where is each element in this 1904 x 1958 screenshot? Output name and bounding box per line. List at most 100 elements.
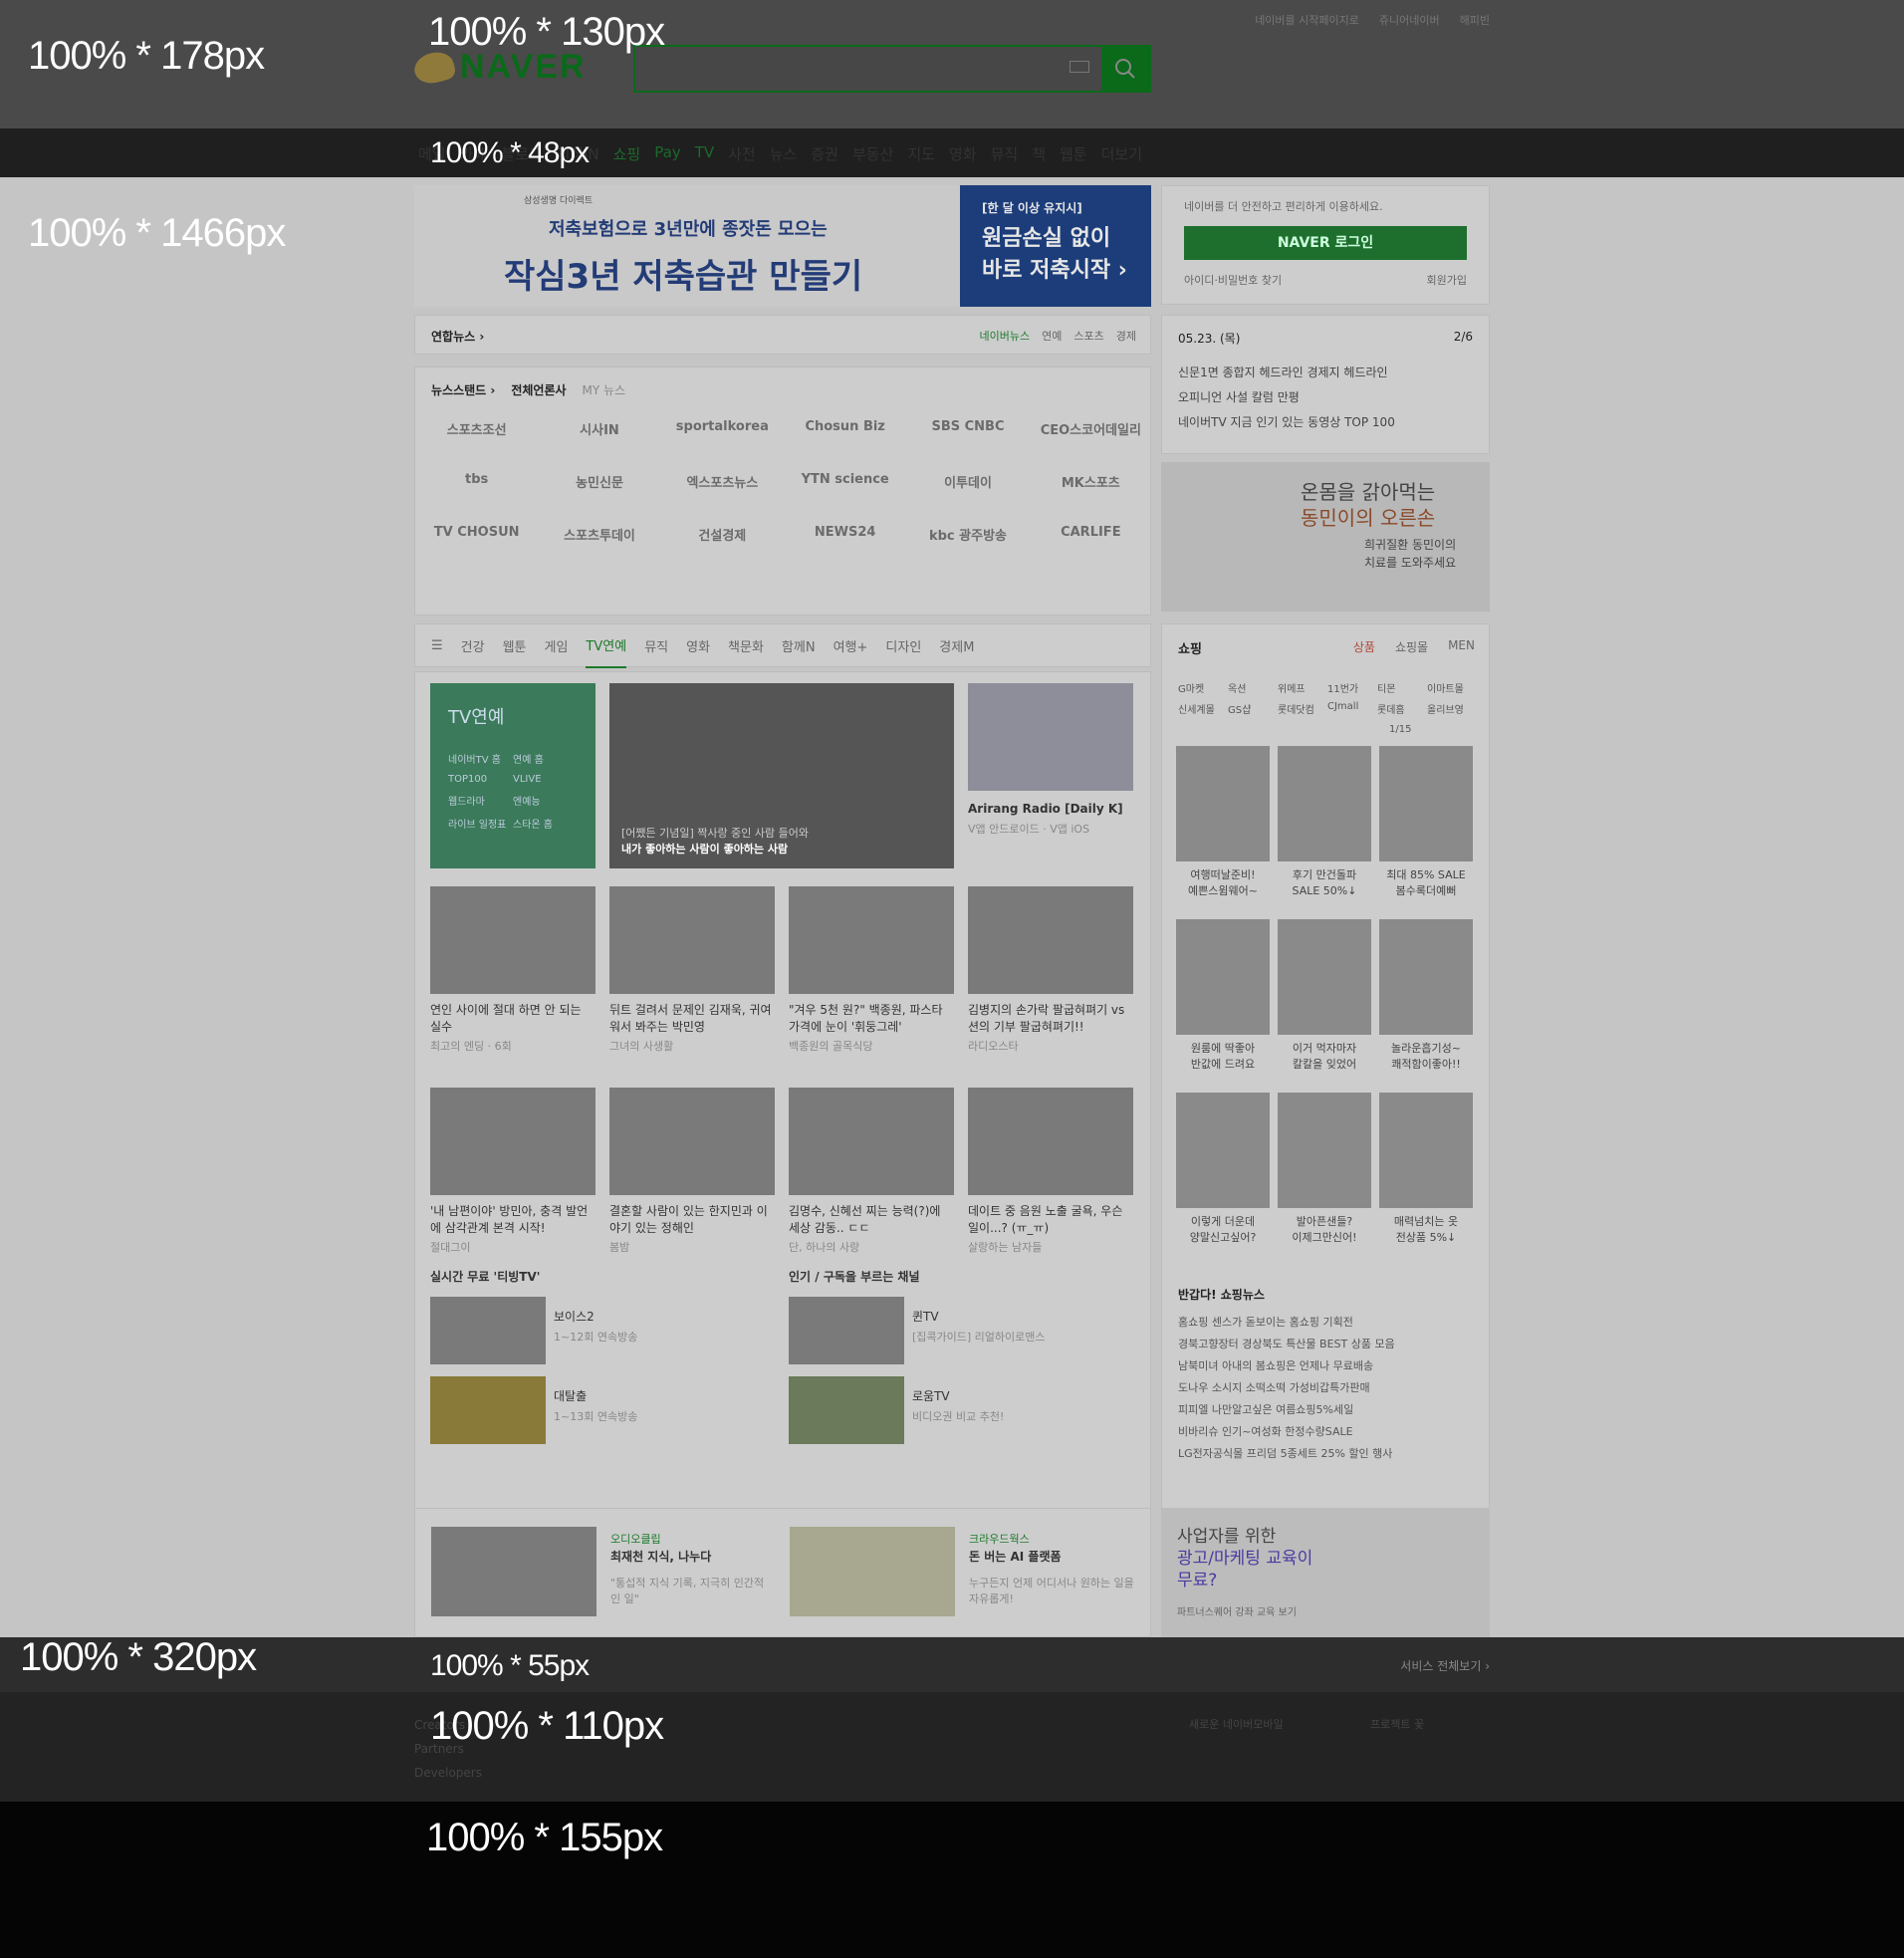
press-logo[interactable]: 스포츠조선 [415, 419, 538, 438]
shop-news-item[interactable]: LG전자공식몰 프리덤 5종세트 25% 할인 행사 [1178, 1443, 1477, 1465]
biz-ad[interactable]: 사업자를 위한 광고/마케팅 교육이 무료? 파트너스퀘어 강좌 교육 보기 [1161, 1508, 1490, 1637]
press-logo[interactable]: Chosun Biz [784, 419, 906, 438]
card-title[interactable]: 김명수, 신혜선 찌는 능력(?)에 세상 감동.. ㄷㄷ [789, 1203, 954, 1237]
live-thumb[interactable] [430, 1376, 546, 1444]
news-row[interactable]: 네이버TV 지금 인기 있는 동영상 TOP 100 [1178, 410, 1473, 435]
live-item-title[interactable]: 대탈출 [554, 1388, 587, 1405]
card-thumb[interactable] [789, 1088, 954, 1195]
press-logo[interactable]: CARLIFE [1030, 525, 1152, 544]
topic-tab[interactable]: 함께N [782, 636, 816, 655]
nav-movie[interactable]: 영화 [949, 143, 977, 164]
charity-ad[interactable]: 온몸을 갉아먹는 동민이의 오른손 희귀질환 동민이의 치료를 도와주세요 [1161, 462, 1490, 612]
live-item-title[interactable]: 보이스2 [554, 1309, 595, 1326]
nav-tv[interactable]: TV [695, 143, 714, 164]
product-image[interactable] [1176, 746, 1270, 861]
card-title[interactable]: 데이트 중 음원 노출 굴욕, 우슨 일이...? (ㅠ_ㅠ) [968, 1203, 1133, 1237]
press-logo[interactable]: 이투데이 [906, 472, 1029, 491]
topic-tab[interactable]: 여행+ [833, 636, 868, 655]
stand-all[interactable]: 전체언론사 [511, 381, 566, 398]
card-thumb[interactable] [430, 1088, 595, 1195]
shop-news-item[interactable]: 남북미녀 아내의 봄쇼핑은 언제나 무료배송 [1178, 1355, 1477, 1377]
press-logo[interactable]: 시사IN [538, 419, 660, 438]
press-logo[interactable]: 스포츠투데이 [538, 525, 660, 544]
shop-news-item[interactable]: 피피엘 나만알고싶은 여름쇼핑5%세일 [1178, 1399, 1477, 1421]
card-thumb[interactable] [968, 886, 1133, 994]
product-image[interactable] [1278, 919, 1371, 1035]
card-thumb[interactable] [609, 886, 775, 994]
service-more-link[interactable]: 서비스 전체보기 › [1400, 1657, 1490, 1674]
topic-tab[interactable]: 웹툰 [503, 636, 527, 655]
ad-box[interactable]: [한 달 이상 유지시] 원금손실 없이 바로 저축시작 › [960, 185, 1151, 307]
ticker-tab[interactable]: 연예 [1042, 328, 1062, 344]
happybean-link[interactable]: 해피빈 [1460, 12, 1490, 28]
press-logo[interactable]: 건설경제 [661, 525, 784, 544]
nav-music[interactable]: 뮤직 [991, 143, 1019, 164]
product-image[interactable] [1278, 1093, 1371, 1208]
nav-map[interactable]: 지도 [907, 143, 935, 164]
banner-ad[interactable]: 삼성생명 다이렉트 저축보험으로 3년만에 종잣돈 모으는 작심3년 저축습관 … [414, 185, 1151, 307]
topic-tab[interactable]: 경제M [939, 636, 974, 655]
product-image[interactable] [1379, 919, 1473, 1035]
card-title[interactable]: 연인 사이에 절대 하면 안 되는 실수 [430, 1002, 595, 1036]
product-image[interactable] [1278, 746, 1371, 861]
ticker-source[interactable]: 연합뉴스 › [431, 328, 484, 345]
shop-news-item[interactable]: 도나우 소시지 소떡소떡 가성비갑특가판매 [1178, 1377, 1477, 1399]
shop-news-item[interactable]: 경북고향장터 경상북도 특산물 BEST 상품 모음 [1178, 1334, 1477, 1355]
login-button[interactable]: NAVER 로그인 [1184, 226, 1467, 260]
stand-title[interactable]: 뉴스스탠드 › [431, 381, 495, 398]
nav-land[interactable]: 부동산 [852, 143, 893, 164]
product-image[interactable] [1176, 919, 1270, 1035]
channel-thumb[interactable] [789, 1297, 904, 1364]
nav-dict[interactable]: 사전 [728, 143, 756, 164]
stand-my[interactable]: MY 뉴스 [583, 381, 626, 398]
nav-stock[interactable]: 증권 [811, 143, 838, 164]
press-logo[interactable]: TV CHOSUN [415, 525, 538, 544]
press-logo[interactable]: NEWS24 [784, 525, 906, 544]
keyboard-icon[interactable] [1070, 61, 1089, 73]
nav-more[interactable]: 더보기 [1101, 143, 1142, 164]
press-logo[interactable]: 농민신문 [538, 472, 660, 491]
card-title[interactable]: "겨우 5천 원?" 백종원, 파스타 가격에 눈이 '휘둥그레' [789, 1002, 954, 1036]
card-title[interactable]: 김병지의 손가락 팔굽혀펴기 vs 션의 기부 팔굽혀펴기!! [968, 1002, 1133, 1036]
shop-tab[interactable]: MEN [1448, 638, 1475, 655]
card-title[interactable]: 뒤트 걸려서 문제인 김재욱, 귀여워서 봐주는 박민영 [609, 1002, 775, 1036]
card-title[interactable]: '내 남편이야' 방민아, 충격 발언에 삼각관계 본격 시작! [430, 1203, 595, 1237]
topic-tab[interactable]: TV연예 [586, 623, 627, 668]
press-logo[interactable]: CEO스코어데일리 [1030, 419, 1152, 438]
join-link[interactable]: 회원가입 [1427, 272, 1467, 288]
topic-tab[interactable]: 건강 [461, 636, 485, 655]
ticker-tab[interactable]: 경제 [1116, 328, 1136, 344]
search-button[interactable] [1101, 47, 1149, 91]
startpage-link[interactable]: 네이버를 시작페이지로 [1255, 12, 1359, 28]
news-row[interactable]: 신문1면 종합지 헤드라인 경제지 헤드라인 [1178, 361, 1473, 385]
shop-news-item[interactable]: 비바리슈 인기~여성화 한정수량SALE [1178, 1421, 1477, 1443]
press-logo[interactable]: 엑스포츠뉴스 [661, 472, 784, 491]
nav-pay[interactable]: Pay [654, 143, 680, 164]
nav-shopping[interactable]: 쇼핑 [613, 143, 641, 164]
press-logo[interactable]: MK스포츠 [1030, 472, 1152, 491]
product-image[interactable] [1176, 1093, 1270, 1208]
promo-title[interactable]: 최재천 지식, 나누다 [610, 1549, 711, 1566]
nav-book[interactable]: 책 [1032, 143, 1046, 164]
topic-tab[interactable]: 영화 [686, 636, 710, 655]
product-image[interactable] [1379, 1093, 1473, 1208]
promo-title[interactable]: 돈 버는 AI 플랫폼 [969, 1549, 1062, 1566]
topic-tab[interactable]: 뮤직 [644, 636, 668, 655]
channel-item-title[interactable]: 로움TV [912, 1388, 950, 1405]
shop-tab[interactable]: 상품 [1353, 638, 1375, 655]
ticker-tab[interactable]: 스포츠 [1073, 328, 1103, 344]
nav-webtoon[interactable]: 웹툰 [1060, 143, 1087, 164]
topic-tab[interactable]: 게임 [545, 636, 569, 655]
press-logo[interactable]: sportalkorea [661, 419, 784, 438]
topic-tab[interactable]: 책문화 [728, 636, 764, 655]
search-input[interactable] [633, 45, 1151, 93]
press-logo[interactable]: SBS CNBC [906, 419, 1029, 438]
card-thumb[interactable] [609, 1088, 775, 1195]
feature-video[interactable]: [어쨌든 기념일] 짝사랑 중인 사람 들어와 내가 좋아하는 사람이 좋아하는… [609, 683, 954, 868]
dailyk-thumb[interactable] [968, 683, 1133, 791]
press-logo[interactable]: kbc 광주방송 [906, 525, 1029, 544]
menu-icon[interactable]: ☰ [431, 638, 443, 653]
shop-news-item[interactable]: 홈쇼핑 센스가 돋보이는 홈쇼핑 기획전 [1178, 1312, 1477, 1334]
junior-link[interactable]: 쥬니어네이버 [1379, 12, 1440, 28]
promo-thumb[interactable] [790, 1527, 955, 1616]
